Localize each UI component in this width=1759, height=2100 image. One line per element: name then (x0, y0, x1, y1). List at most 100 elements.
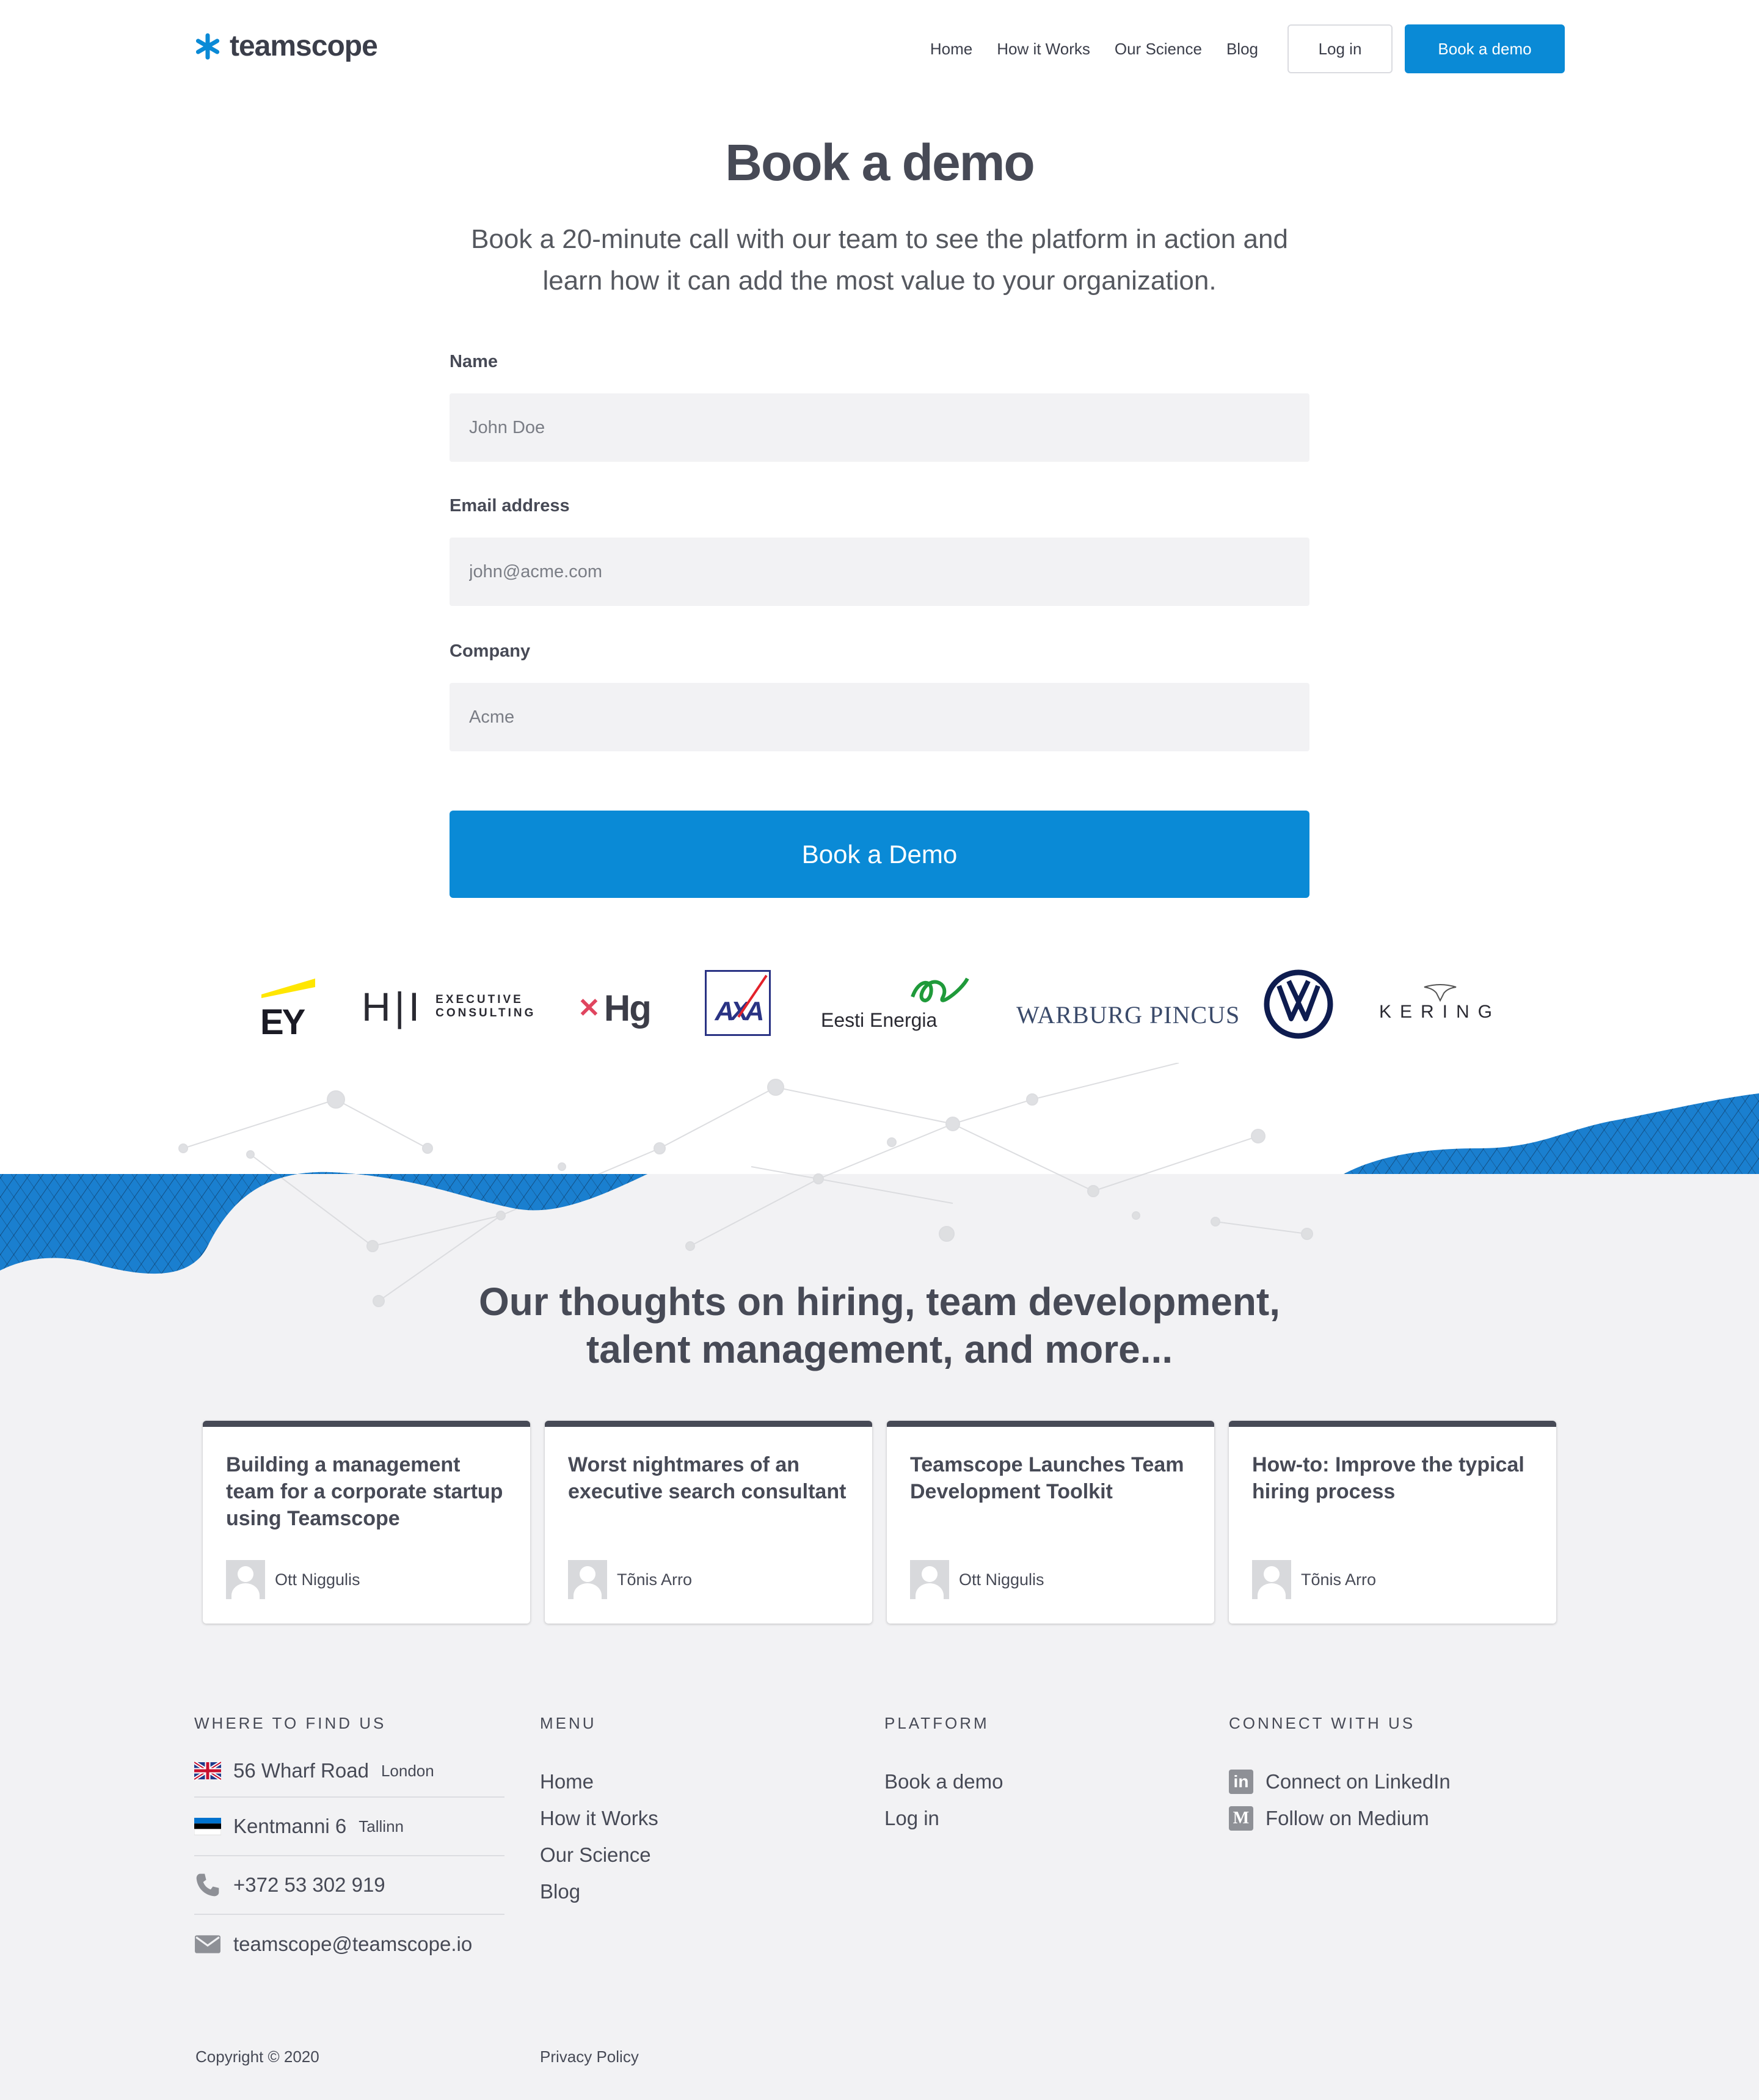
blog-heading-line2: talent management, and more... (586, 1327, 1173, 1371)
ey-text: EY (260, 1002, 305, 1042)
footer-link-our-science[interactable]: Our Science (540, 1837, 658, 1873)
blog-heading: Our thoughts on hiring, team development… (0, 1278, 1759, 1373)
footer-find-us: WHERE TO FIND US 56 Wharf Road London Ke… (194, 1714, 504, 1974)
blog-card[interactable]: How-to: Improve the typical hiring proce… (1229, 1421, 1556, 1624)
address-city: London (381, 1761, 434, 1780)
blog-card-title[interactable]: Teamscope Launches Team Development Tool… (910, 1451, 1192, 1543)
blog-card-title[interactable]: How-to: Improve the typical hiring proce… (1252, 1451, 1534, 1543)
hi-text-line1: EXECUTIVE (435, 993, 523, 1006)
medium-icon: M (1229, 1806, 1253, 1831)
footer-connect: CONNECT WITH US in Connect on LinkedIn M… (1229, 1714, 1451, 1837)
avatar (1252, 1560, 1291, 1599)
page-subtitle: Book a 20-minute call with our team to s… (471, 224, 1288, 296)
address-tallinn: Kentmanni 6 Tallinn (194, 1798, 504, 1856)
footer-link-blog[interactable]: Blog (540, 1873, 658, 1910)
footer-link-book-demo[interactable]: Book a demo (884, 1763, 1003, 1800)
email-input[interactable] (450, 538, 1309, 606)
volkswagen-logo (1263, 969, 1334, 1040)
page-title: Book a demo (725, 134, 1035, 191)
blog-card-author: Ott Niggulis (910, 1560, 1044, 1599)
warburg-pincus-logo: WARBURG PINCUS (1016, 1001, 1240, 1029)
blog-cards: Building a management team for a corpora… (203, 1421, 1556, 1624)
phone-number[interactable]: +372 53 302 919 (233, 1873, 385, 1897)
blog-card[interactable]: Teamscope Launches Team Development Tool… (887, 1421, 1214, 1624)
nav-our-science[interactable]: Our Science (1115, 40, 1202, 59)
copyright: Copyright © 2020 (195, 2047, 319, 2066)
eesti-energia-logo: Eesti Energia (821, 977, 969, 1032)
phone-row[interactable]: +372 53 302 919 (194, 1856, 504, 1915)
kering-logo: KERING (1379, 981, 1501, 1023)
blog-card-author: Tõnis Arro (568, 1560, 692, 1599)
brand-name: teamscope (230, 30, 378, 62)
axa-slash-icon (737, 974, 768, 1018)
company-label: Company (450, 641, 531, 661)
linkedin-icon: in (1229, 1770, 1253, 1794)
eesti-leaf-icon (911, 977, 969, 1002)
hi-executive-logo: H|I EXECUTIVE CONSULTING (362, 983, 536, 1030)
uk-flag-icon (194, 1760, 221, 1781)
linkedin-link[interactable]: in Connect on LinkedIn (1229, 1763, 1451, 1800)
nav-how-it-works[interactable]: How it Works (997, 40, 1090, 59)
footer-link-login[interactable]: Log in (884, 1800, 1003, 1837)
phone-icon (196, 1873, 219, 1897)
hi-mark: H|I (362, 984, 424, 1029)
company-field-group: Company (450, 641, 1309, 751)
kering-text: KERING (1379, 1002, 1501, 1022)
blog-card-author: Ott Niggulis (226, 1560, 360, 1599)
address-london: 56 Wharf Road London (194, 1745, 504, 1798)
eesti-text: Eesti Energia (821, 1009, 938, 1031)
blog-card-title[interactable]: Worst nightmares of an executive search … (568, 1451, 850, 1543)
name-field-group: Name (450, 352, 1309, 462)
medium-label[interactable]: Follow on Medium (1266, 1807, 1429, 1830)
avatar (910, 1560, 949, 1599)
hg-logo: ✕ Hg (578, 987, 652, 1029)
footer-platform: PLATFORM Book a demo Log in (884, 1714, 1003, 1837)
hg-cross-icon: ✕ (578, 993, 600, 1023)
platform-heading: PLATFORM (884, 1714, 989, 1732)
vw-emblem-icon (1264, 969, 1333, 1039)
blog-card-title[interactable]: Building a management team for a corpora… (226, 1451, 508, 1543)
blog-card[interactable]: Building a management team for a corpora… (203, 1421, 530, 1624)
address-main: Kentmanni 6 (233, 1815, 347, 1837)
footer-menu: MENU Home How it Works Our Science Blog (540, 1714, 658, 1910)
author-name: Ott Niggulis (275, 1570, 360, 1589)
warburg-text: WARBURG PINCUS (1016, 1001, 1240, 1029)
network-graphic (178, 1063, 1313, 1307)
blog-card[interactable]: Worst nightmares of an executive search … (545, 1421, 872, 1624)
avatar (568, 1560, 607, 1599)
client-logos: EY H|I EXECUTIVE CONSULTING ✕ Hg AXA Ees… (0, 965, 1759, 1045)
avatar (226, 1560, 265, 1599)
main-nav: Home How it Works Our Science Blog Log i… (930, 24, 1565, 73)
address-main: 56 Wharf Road (233, 1759, 369, 1782)
connect-heading: CONNECT WITH US (1229, 1714, 1416, 1732)
axa-logo: AXA (705, 970, 771, 1036)
mail-icon (195, 1935, 220, 1953)
medium-link[interactable]: M Follow on Medium (1229, 1800, 1451, 1837)
nav-home[interactable]: Home (930, 40, 972, 59)
header: teamscope Home How it Works Our Science … (0, 0, 1759, 98)
demo-form: Name Email address Company (450, 352, 1309, 787)
linkedin-label[interactable]: Connect on LinkedIn (1266, 1770, 1451, 1793)
name-input[interactable] (450, 393, 1309, 462)
email-address[interactable]: teamscope@teamscope.io (233, 1933, 472, 1956)
author-name: Ott Niggulis (959, 1570, 1044, 1589)
teamscope-logo[interactable]: teamscope (194, 29, 378, 63)
privacy-policy-link[interactable]: Privacy Policy (540, 2047, 639, 2066)
book-demo-submit-button[interactable]: Book a Demo (450, 811, 1309, 898)
email-row[interactable]: teamscope@teamscope.io (194, 1915, 504, 1974)
login-button[interactable]: Log in (1287, 24, 1393, 73)
book-demo-header-button[interactable]: Book a demo (1405, 24, 1565, 73)
email-field-group: Email address (450, 496, 1309, 606)
address-city: Tallinn (359, 1817, 404, 1836)
footer-link-how-it-works[interactable]: How it Works (540, 1800, 658, 1837)
company-input[interactable] (450, 683, 1309, 751)
author-name: Tõnis Arro (617, 1570, 693, 1589)
blog-card-author: Tõnis Arro (1252, 1560, 1376, 1599)
kering-owl-icon (1424, 984, 1456, 1002)
estonia-flag-icon (194, 1818, 221, 1836)
footer-link-home[interactable]: Home (540, 1763, 658, 1800)
asterisk-logo-icon (195, 33, 220, 59)
nav-blog[interactable]: Blog (1226, 40, 1258, 59)
hg-text: Hg (603, 988, 652, 1029)
name-label: Name (450, 352, 498, 371)
